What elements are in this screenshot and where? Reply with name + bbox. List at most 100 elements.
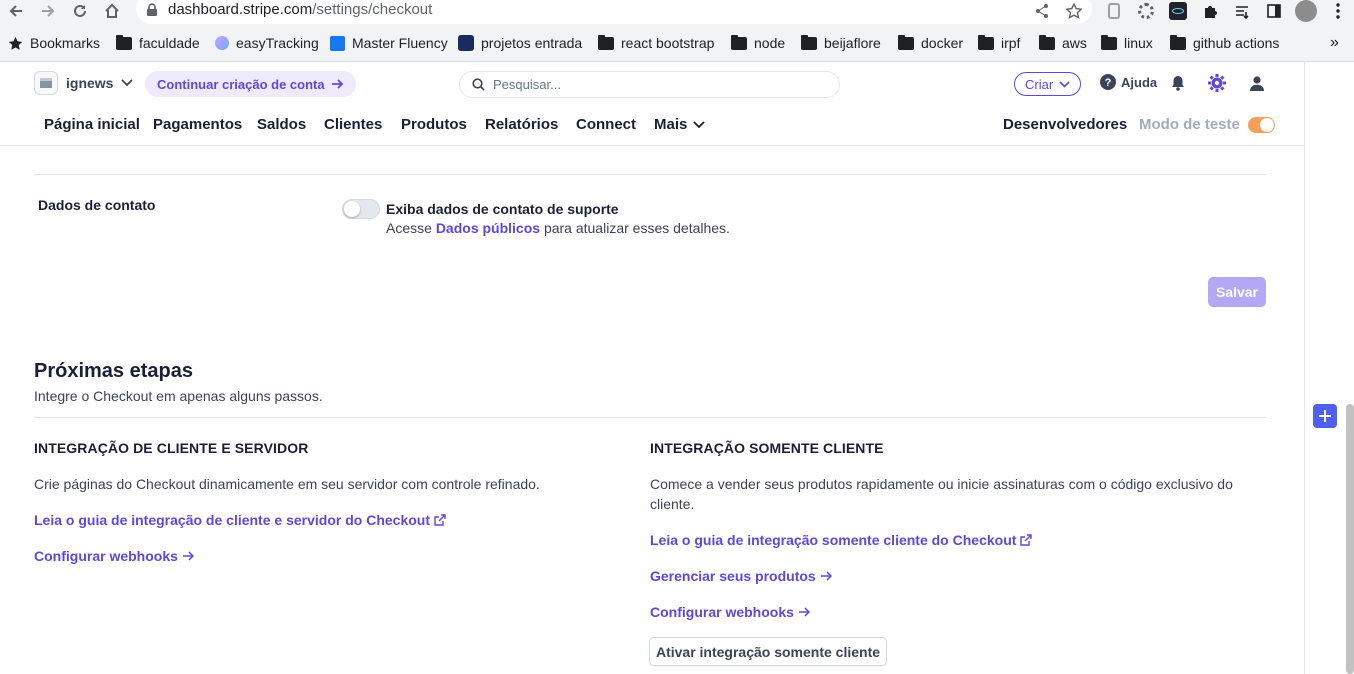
star-icon	[8, 36, 23, 50]
kebab-menu-icon[interactable]	[1328, 1, 1348, 21]
activate-client-only-button[interactable]: Ativar integração somente cliente	[649, 637, 887, 666]
folder-icon	[1170, 34, 1186, 50]
bookmark-item[interactable]: projetos entrada	[458, 24, 582, 62]
arrow-right-icon	[182, 551, 194, 561]
save-button[interactable]: Salvar	[1208, 277, 1266, 307]
forward-icon[interactable]	[36, 0, 60, 22]
folder-icon	[598, 34, 614, 50]
bookmark-item[interactable]: react bootstrap	[598, 24, 714, 62]
nav-home[interactable]: Página inicial	[44, 116, 140, 133]
bookmark-item[interactable]: easyTracking	[215, 24, 319, 62]
side-panel-icon[interactable]	[1264, 1, 1284, 21]
external-link-icon	[1020, 534, 1033, 546]
folder-icon	[1101, 34, 1117, 50]
bookmark-item[interactable]: Master Fluency	[330, 24, 448, 62]
bookmarks-overflow-button[interactable]: »	[1330, 24, 1339, 62]
search-input[interactable]: Pesquisar...	[459, 71, 840, 98]
main-navigation: Página inicial Pagamentos Saldos Cliente…	[0, 106, 1304, 146]
help-button[interactable]: ? Ajuda	[1100, 74, 1157, 90]
site-icon	[458, 35, 474, 51]
client-server-integration-text: Crie páginas do Checkout dinamicamente e…	[34, 476, 540, 492]
chevron-down-icon	[121, 79, 134, 87]
bookmark-item[interactable]: Bookmarks	[8, 24, 100, 62]
puzzle-icon[interactable]	[1200, 1, 1220, 21]
continue-account-setup-button[interactable]: Continuar criação de conta	[145, 71, 356, 97]
nav-more[interactable]: Mais	[654, 116, 705, 133]
checkout-settings-content: Dados de contato Exiba dados de contato …	[0, 146, 1304, 674]
bookmark-item[interactable]: docker	[898, 24, 963, 62]
nav-developers[interactable]: Desenvolvedores	[1003, 116, 1127, 133]
chevron-down-icon	[693, 120, 705, 128]
bookmark-item[interactable]: node	[731, 24, 785, 62]
back-icon[interactable]	[4, 0, 28, 22]
configure-webhooks-link[interactable]: Configurar webhooks	[34, 548, 194, 564]
arrow-right-icon	[820, 571, 832, 581]
settings-gear-icon[interactable]	[1207, 73, 1227, 93]
configure-webhooks-link[interactable]: Configurar webhooks	[650, 604, 810, 620]
bookmarks-bar: Bookmarks faculdade easyTracking Master …	[0, 24, 1354, 62]
nav-customers[interactable]: Clientes	[324, 116, 382, 133]
home-icon[interactable]	[100, 0, 124, 22]
contact-data-label: Dados de contato	[38, 197, 156, 213]
url-text[interactable]: dashboard.stripe.com/settings/checkout	[168, 1, 432, 18]
public-data-link[interactable]: Dados públicos	[436, 220, 540, 236]
folder-icon	[978, 34, 994, 50]
chevron-down-icon	[1059, 80, 1070, 88]
search-icon	[472, 78, 485, 91]
folder-icon	[801, 34, 817, 50]
nav-balances[interactable]: Saldos	[257, 116, 306, 133]
reload-icon[interactable]	[68, 0, 92, 22]
user-profile-icon[interactable]	[1247, 73, 1267, 93]
divider	[34, 417, 1266, 418]
client-only-integration-text: Comece a vender seus produtos rapidament…	[650, 476, 1233, 512]
search-placeholder: Pesquisar...	[493, 77, 561, 92]
nav-connect[interactable]: Connect	[576, 116, 636, 133]
arrow-right-icon	[331, 79, 343, 89]
extension-icon[interactable]	[1104, 1, 1124, 21]
svg-text:?: ?	[1105, 77, 1112, 89]
folder-icon	[116, 34, 132, 50]
client-server-integration-title: INTEGRAÇÃO DE CLIENTE E SERVIDOR	[34, 440, 309, 456]
folder-icon	[1039, 34, 1055, 50]
arrow-right-icon	[798, 607, 810, 617]
plus-icon[interactable]	[1313, 404, 1337, 428]
react-devtools-icon[interactable]	[1168, 1, 1188, 21]
star-bookmark-icon[interactable]	[1064, 1, 1084, 21]
support-contact-toggle-label: Exiba dados de contato de suporte	[386, 201, 619, 217]
browser-toolbar: dashboard.stripe.com/settings/checkout	[0, 0, 1354, 24]
test-mode-switch[interactable]: Modo de teste	[1139, 116, 1275, 133]
bookmark-item[interactable]: aws	[1039, 24, 1087, 62]
manage-products-link[interactable]: Gerenciar seus produtos	[650, 568, 832, 584]
next-steps-subtitle: Integre o Checkout em apenas alguns pass…	[34, 388, 323, 404]
client-server-guide-link[interactable]: Leia o guia de integração de cliente e s…	[34, 512, 446, 528]
lock-icon[interactable]	[146, 3, 158, 17]
site-icon	[330, 35, 345, 51]
bookmark-item[interactable]: linux	[1101, 24, 1153, 62]
account-name: ignews	[66, 75, 114, 91]
reading-list-icon[interactable]	[1232, 1, 1252, 21]
site-icon	[215, 36, 229, 50]
profile-avatar[interactable]	[1294, 0, 1318, 22]
nav-reports[interactable]: Relatórios	[485, 116, 558, 133]
create-button[interactable]: Criar	[1014, 72, 1082, 96]
extension-icon[interactable]	[1136, 1, 1156, 21]
external-link-icon	[434, 514, 446, 526]
client-only-guide-link[interactable]: Leia o guia de integração somente client…	[650, 532, 1033, 548]
bookmark-item[interactable]: faculdade	[116, 24, 200, 62]
client-only-integration-title: INTEGRAÇÃO SOMENTE CLIENTE	[650, 440, 884, 456]
account-switcher[interactable]: ignews	[34, 71, 134, 95]
nav-payments[interactable]: Pagamentos	[153, 116, 242, 133]
scrollbar-thumb[interactable]	[1346, 404, 1354, 674]
bookmark-item[interactable]: irpf	[978, 24, 1020, 62]
nav-products[interactable]: Produtos	[401, 116, 467, 133]
share-icon[interactable]	[1032, 1, 1052, 21]
bookmark-item[interactable]: beijaflore	[801, 24, 881, 62]
next-steps-title: Próximas etapas	[34, 360, 193, 382]
bookmark-item[interactable]: github actions	[1170, 24, 1279, 62]
test-mode-toggle[interactable]	[1247, 116, 1275, 133]
folder-icon	[898, 34, 914, 50]
help-icon: ?	[1100, 74, 1116, 90]
notifications-bell-icon[interactable]	[1168, 73, 1188, 93]
support-contact-toggle[interactable]	[342, 199, 380, 219]
account-logo-icon	[34, 71, 58, 95]
